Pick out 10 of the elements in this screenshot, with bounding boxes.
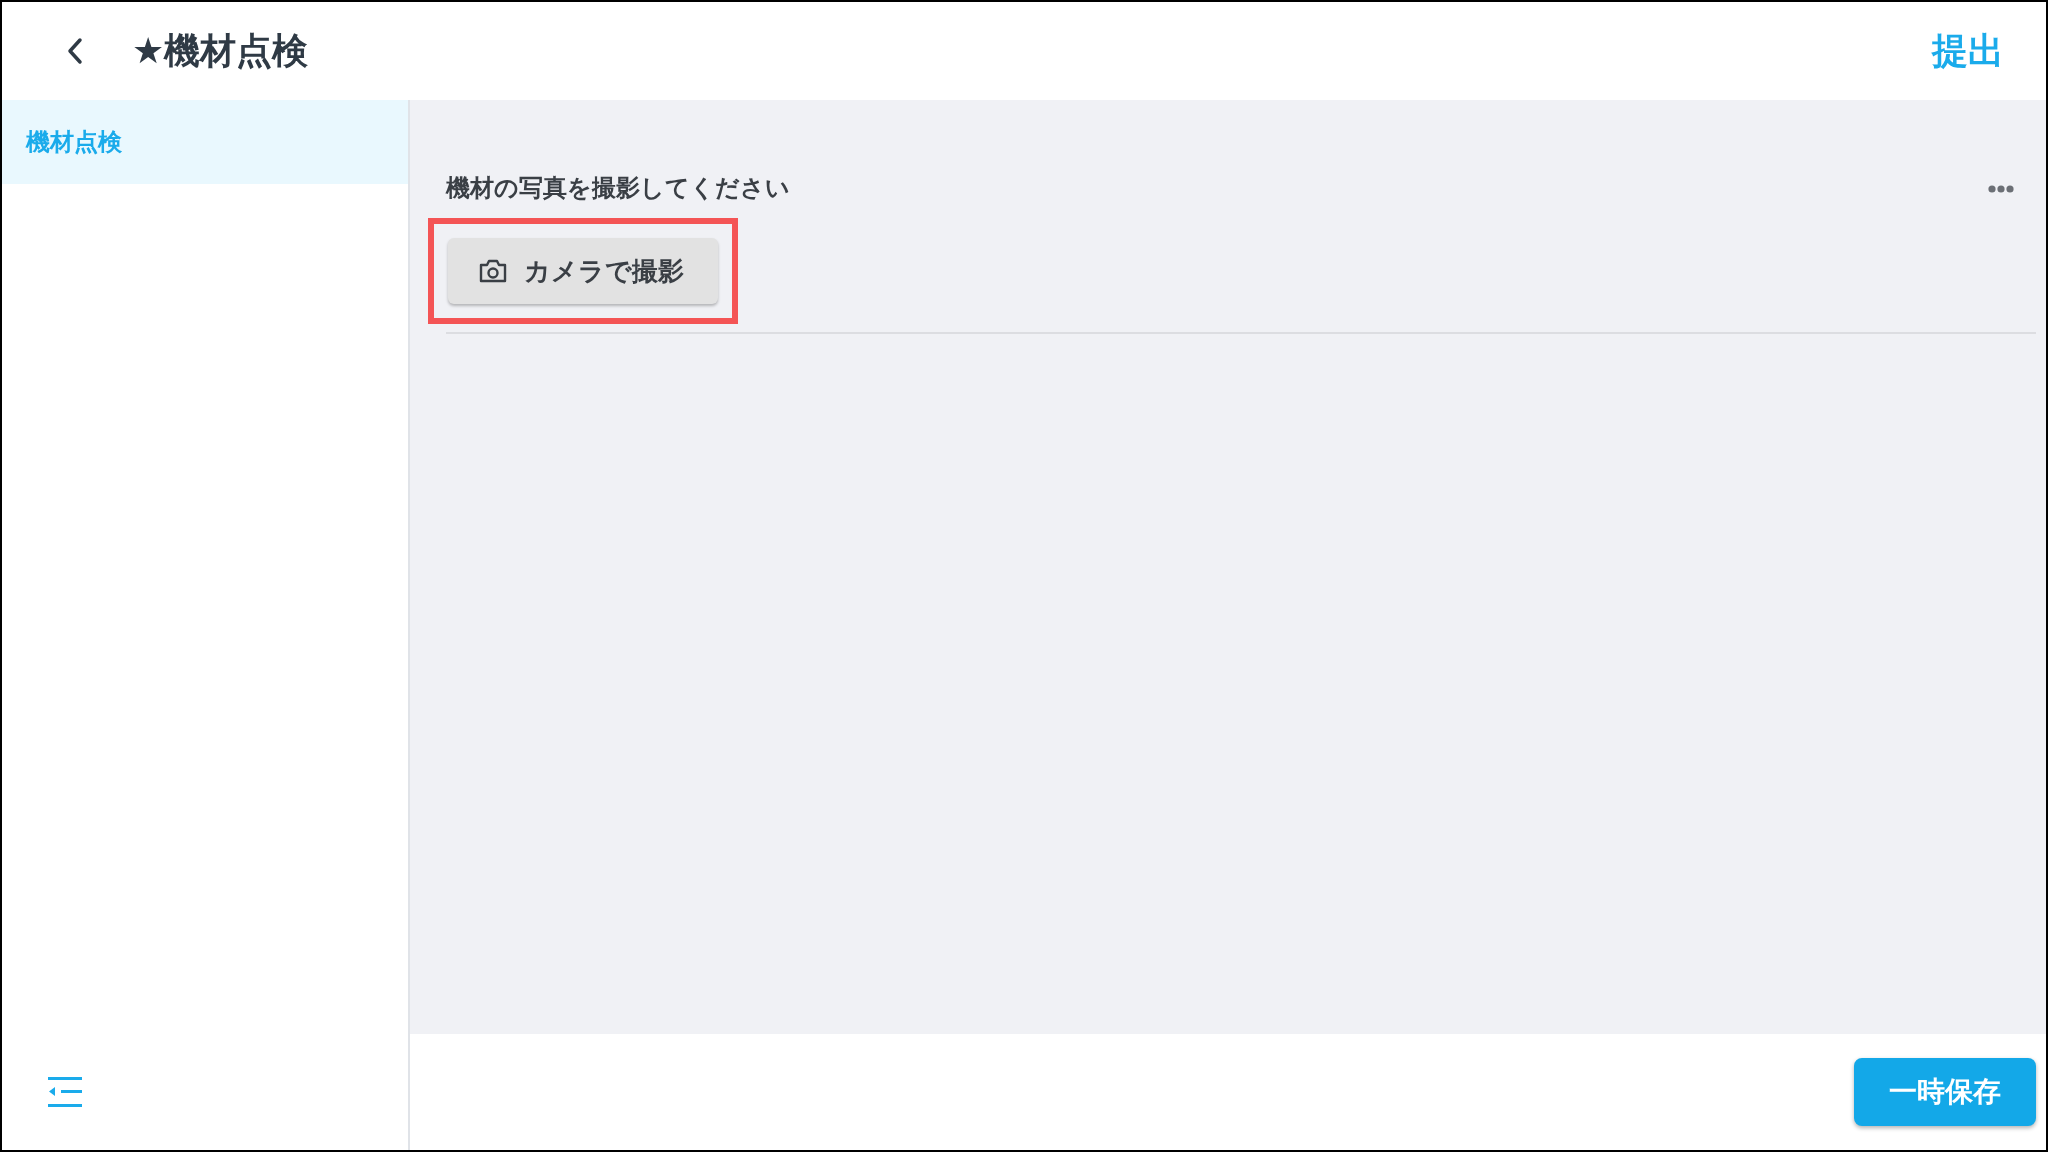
page-title: ★機材点検: [132, 28, 309, 73]
save-draft-button[interactable]: 一時保存: [1854, 1058, 2036, 1126]
submit-button[interactable]: 提出: [1920, 20, 2016, 82]
camera-icon: [478, 258, 508, 284]
camera-button[interactable]: カメラで撮影: [448, 238, 718, 304]
question-label: 機材の写真を撮影してください: [446, 173, 790, 204]
sidebar-item[interactable]: 機材点検: [2, 100, 408, 184]
back-icon: [65, 36, 85, 66]
more-icon: [1988, 184, 2014, 193]
collapse-menu-icon: [48, 1077, 82, 1107]
